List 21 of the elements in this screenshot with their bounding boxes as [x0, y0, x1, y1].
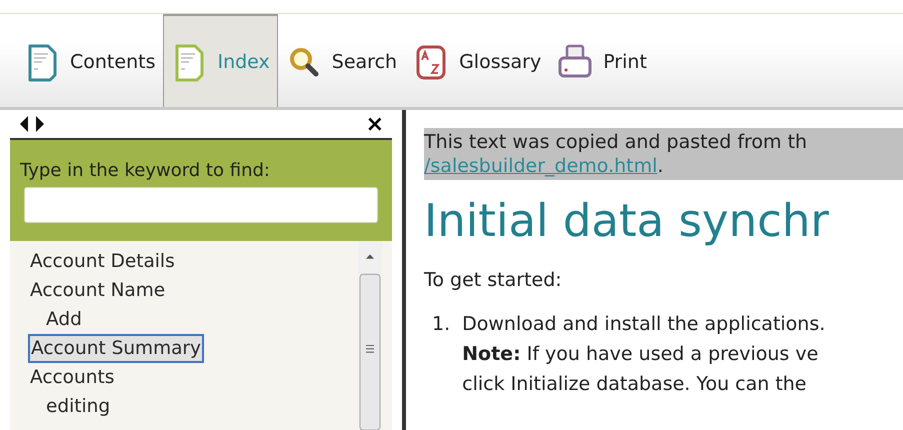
back-forward-arrows-icon[interactable] [18, 115, 46, 133]
toolbar-tab[interactable]: Glossary [405, 14, 550, 107]
body-text: To get started: [424, 269, 563, 291]
step-text: click Initialize database. You can the [462, 372, 808, 397]
keyword-input[interactable] [24, 187, 378, 223]
search-label: Type in the keyword to find: [20, 160, 271, 181]
page-heading: Initial data synchr [424, 194, 830, 247]
list-number: 1. [432, 312, 450, 337]
toolbar-tab[interactable]: Print [549, 14, 655, 107]
index-item[interactable]: Account Name [28, 276, 168, 305]
step-text: Download and install the applications. [462, 312, 826, 337]
step-text: Note: If you have used a previous ve [462, 342, 820, 367]
highlighted-note: This text was copied and pasted from th /salesbuilder_demo.html. [424, 128, 903, 180]
toolbar-tab[interactable]: Search [278, 14, 406, 107]
index-item[interactable]: Add [44, 305, 84, 334]
index-item[interactable]: Accounts [28, 363, 116, 392]
close-button[interactable]: × [366, 112, 384, 136]
toolbar-tab[interactable]: Contents [16, 14, 164, 107]
index-item[interactable]: Account Summary [28, 334, 204, 363]
index-item[interactable]: Account Details [28, 247, 177, 276]
index-item[interactable]: editing [44, 392, 112, 421]
